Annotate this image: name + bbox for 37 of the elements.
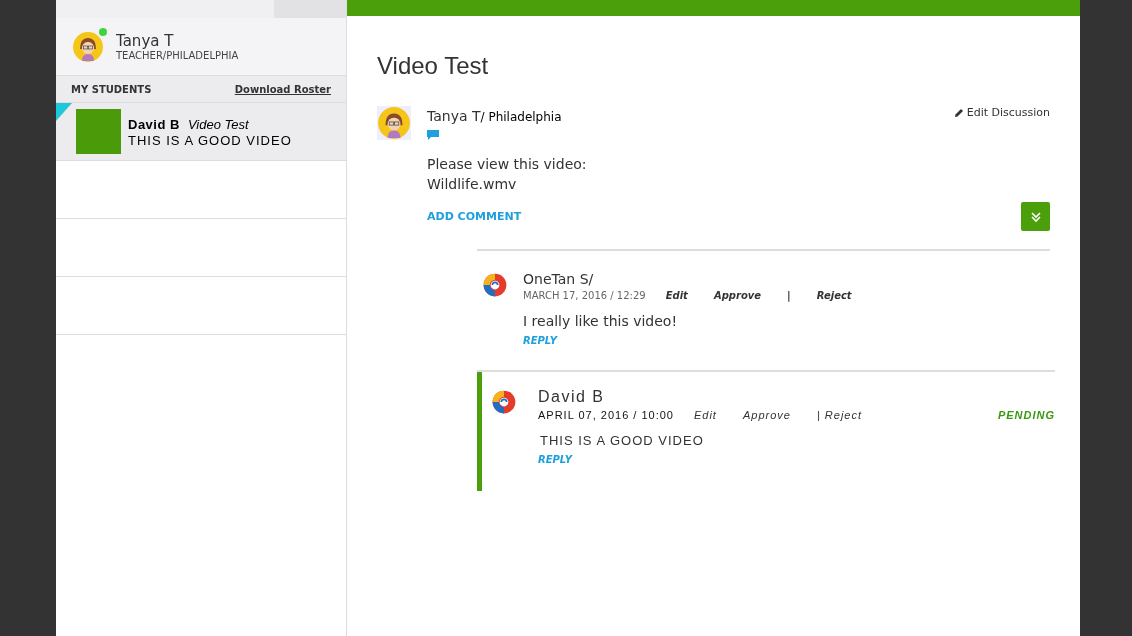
comment-action-link[interactable]: | [787,290,791,301]
comment-action-link[interactable]: | Reject [816,409,862,421]
swirl-logo-icon [490,388,518,416]
comment-action-link[interactable]: Edit [665,290,688,301]
comment-action-link[interactable]: Approve [742,409,791,421]
student-name: David B [128,117,180,132]
pencil-icon [953,107,964,118]
comment-action-link[interactable]: Reject [816,290,852,301]
author-name: Tanya T [427,108,481,124]
thumbnail-placeholder [76,109,121,154]
profile-name: Tanya T [116,32,175,50]
student-item[interactable]: David B Video Test THIS IS A GOOD VIDEO [56,103,346,161]
double-chevron-icon [1028,209,1043,224]
comment-action-link[interactable]: Edit [693,409,717,421]
avatar-icon [72,30,104,63]
comment-date: MARCH 17, 2016 / 12:29 [523,290,646,301]
status-label: PENDING [997,409,1055,421]
discussion-text: Wildlife.wmv [427,176,518,192]
profile-role: TEACHER/PHILADELPHIA [116,50,239,61]
student-message: THIS IS A GOOD VIDEO [128,133,292,148]
section-title: MY STUDENTS [71,83,152,95]
avatar-icon [377,106,411,140]
edit-discussion-link[interactable]: Edit Discussion [953,106,1050,119]
comment-text: THIS IS A GOOD VIDEO [540,433,705,448]
expand-button[interactable] [1021,202,1050,231]
comment-author: OneTan S/ [523,271,595,287]
student-topic: Video Test [187,117,249,132]
comment-author: David B [538,388,606,406]
discussion-title: Video Test [377,52,490,80]
comment-icon [427,130,439,140]
download-roster-link[interactable]: Download Roster [234,83,331,95]
comment-text: I really like this video! [523,313,679,329]
comment-action-link[interactable]: Approve [713,290,762,301]
comment-date: APRIL 07, 2016 / 10:00 [538,409,674,421]
discussion-text: Please view this video: [427,156,588,172]
swirl-logo-icon [481,271,509,299]
author-location: / Philadelphia [480,110,562,124]
